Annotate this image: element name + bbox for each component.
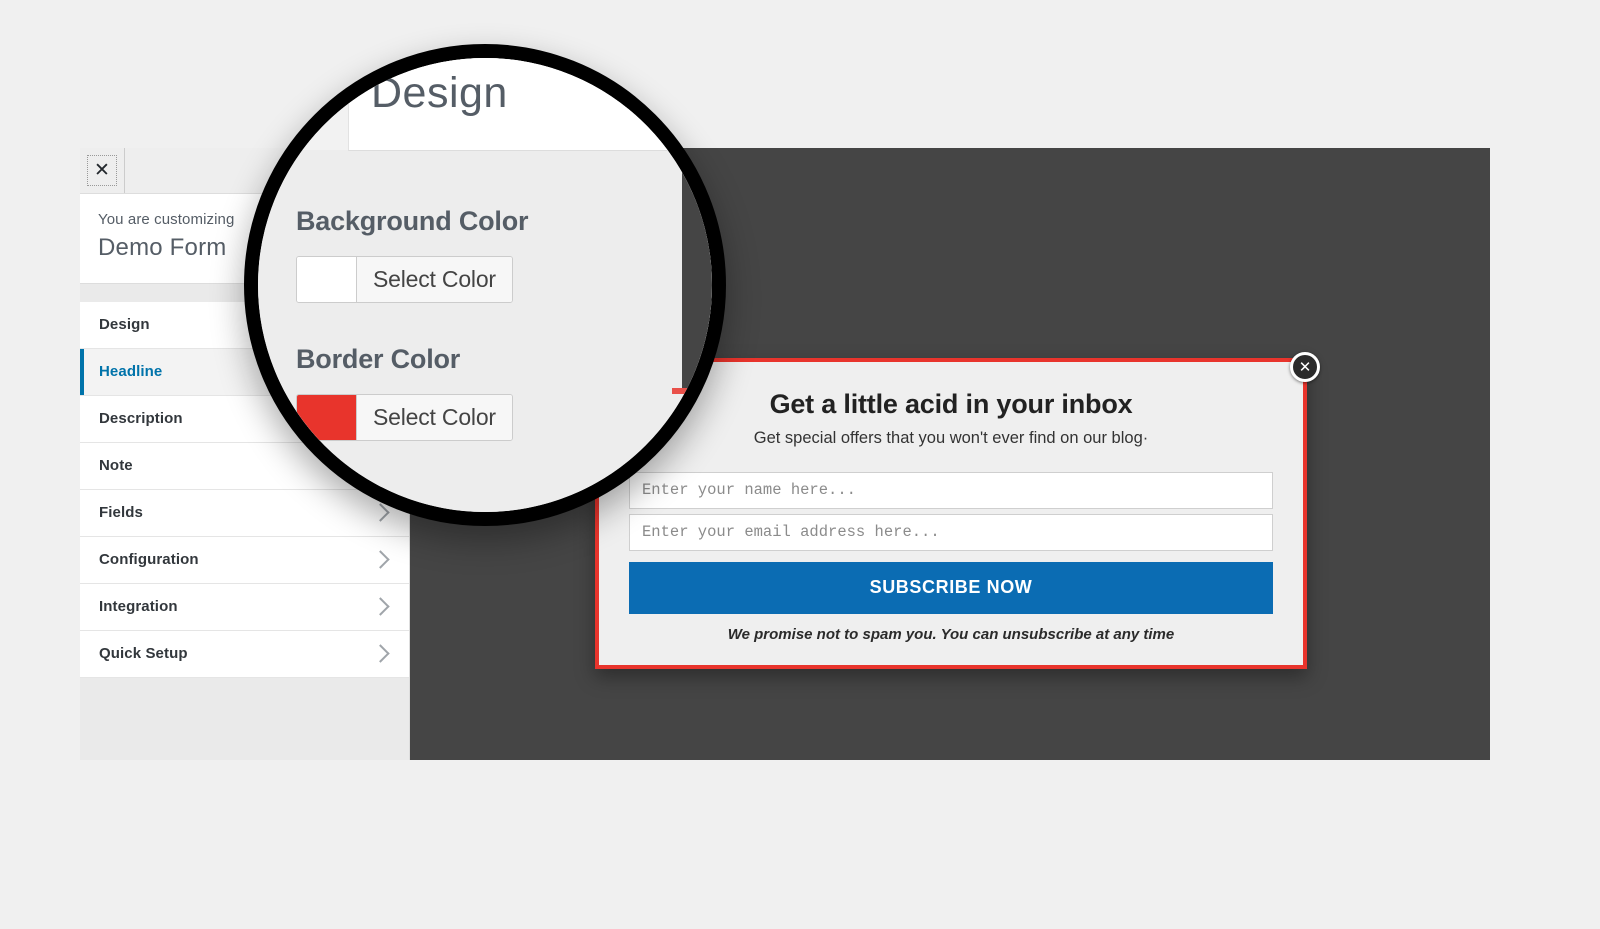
magnified-popup-border-edge (672, 388, 712, 394)
close-x-icon: ✕ (1298, 357, 1312, 376)
chevron-right-icon (371, 644, 390, 663)
popup-description: Get special offers that you won't ever f… (753, 429, 1149, 448)
sidebar-item-integration[interactable]: Integration (80, 583, 409, 631)
background-color-picker[interactable]: Select Color (296, 256, 513, 303)
sidebar-item-label: Integration (99, 598, 178, 615)
border-color-label: Border Color (296, 344, 461, 374)
sidebar-item-quick-setup[interactable]: Quick Setup (80, 630, 409, 678)
sidebar-item-label: Description (99, 410, 183, 427)
background-color-label: Background Color (296, 206, 529, 236)
sidebar-item-label: Quick Setup (99, 645, 188, 662)
sidebar-item-configuration[interactable]: Configuration (80, 536, 409, 584)
magnified-sidebar-strip (258, 58, 348, 150)
chevron-right-icon (371, 550, 390, 569)
name-input[interactable] (629, 471, 1273, 509)
magnified-preview-edge (682, 150, 712, 388)
border-color-picker[interactable]: Select Color (296, 394, 513, 441)
sidebar-item-label: Configuration (99, 551, 199, 568)
magnified-panel-title: Design (371, 69, 508, 117)
chevron-right-icon (371, 597, 390, 616)
sidebar-item-label: Headline (99, 363, 163, 380)
background-color-swatch[interactable] (297, 257, 357, 302)
magnifier-lens: Design Background Color Select Color Bor… (244, 44, 726, 526)
email-input[interactable] (629, 513, 1273, 551)
background-select-color-button[interactable]: Select Color (357, 257, 512, 302)
border-color-swatch[interactable] (297, 395, 357, 440)
sidebar-item-label: Note (99, 457, 133, 474)
close-customizer-button[interactable]: ✕ (80, 148, 125, 193)
magnified-panel-header: Design (348, 58, 712, 151)
border-select-color-button[interactable]: Select Color (357, 395, 512, 440)
sidebar-item-label: Fields (99, 504, 143, 521)
sidebar-item-label: Design (99, 316, 150, 333)
close-x-icon: ✕ (87, 155, 117, 186)
subscribe-now-button[interactable]: SUBSCRIBE NOW (629, 561, 1273, 614)
magnifier-content: Design Background Color Select Color Bor… (258, 58, 712, 512)
popup-headline: Get a little acid in your inbox (769, 389, 1133, 419)
popup-close-button[interactable]: ✕ (1290, 352, 1320, 382)
popup-footnote: We promise not to spam you. You can unsu… (727, 625, 1175, 643)
